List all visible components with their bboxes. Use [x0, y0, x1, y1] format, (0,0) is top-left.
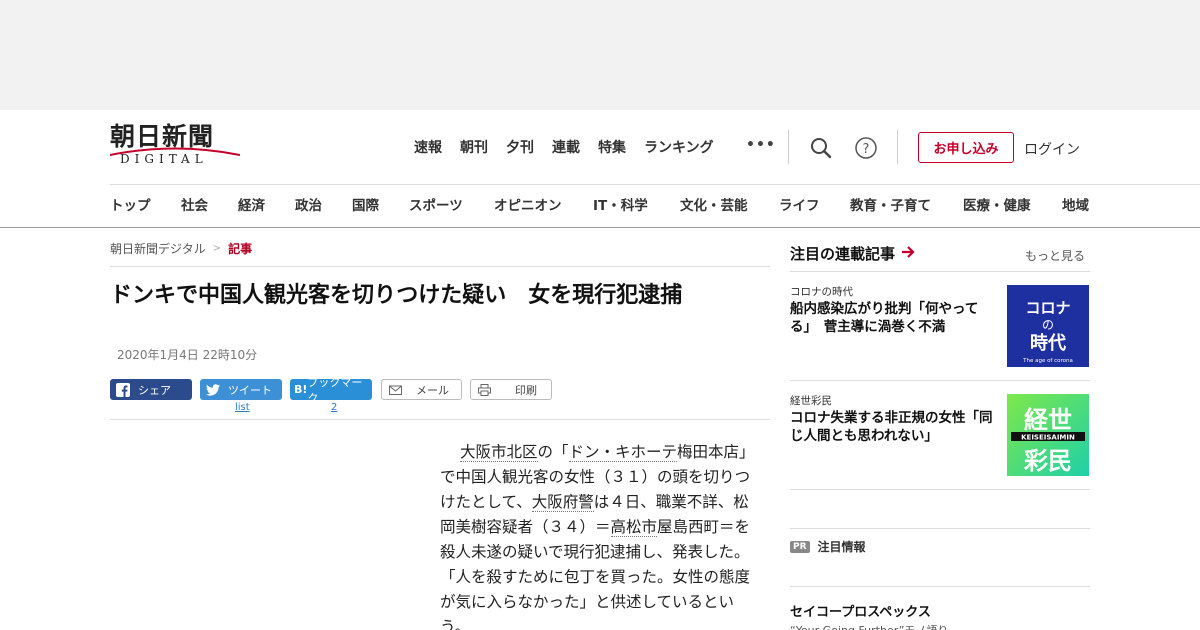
rail-card-title[interactable]: コロナ失業する非正規の女性「同じ人間とも思われない」 [790, 409, 995, 445]
cat-society[interactable]: 社会 [181, 196, 238, 216]
svg-text:The age of corona: The age of corona [1022, 358, 1073, 364]
ad-banner-area [0, 0, 1200, 110]
pr-section-header: PR 注目情報 [790, 538, 866, 555]
mail-share-label: メール [416, 383, 449, 397]
rail-more-link[interactable]: もっと見る [1025, 247, 1085, 264]
rail-title[interactable]: 注目の連載記事 [790, 243, 915, 264]
pr-label: 注目情報 [817, 540, 866, 554]
cat-local[interactable]: 地域 [1062, 196, 1102, 216]
divider [790, 586, 1090, 587]
cat-international[interactable]: 国際 [352, 196, 409, 216]
article-date: 2020年1月4日 22時10分 [117, 348, 258, 362]
sponsor-subtitle[interactable]: “Your Going Further”モノ語り [790, 622, 948, 630]
cat-opinion[interactable]: オピニオン [494, 196, 593, 216]
arrow-right-icon [901, 245, 915, 262]
link-osaka-police[interactable]: 大阪府警 [531, 493, 594, 512]
svg-text:経世: 経世 [1024, 406, 1072, 434]
cat-culture[interactable]: 文化・芸能 [680, 196, 779, 216]
cat-politics[interactable]: 政治 [295, 196, 352, 216]
logo-swoosh-icon [110, 147, 240, 156]
pr-badge: PR [790, 540, 810, 553]
article-body-paragraph: 大阪市北区の「ドン・キホーテ梅田本店」で中国人観光客の女性（３１）の頭を切りつけ… [440, 440, 752, 630]
rail-card-thumbnail[interactable]: 経世 KEISEISAIMIN 彩民 [1007, 394, 1089, 476]
cat-economy[interactable]: 経済 [238, 196, 295, 216]
print-button[interactable]: 印刷 [470, 379, 552, 400]
help-icon[interactable]: ? [853, 135, 879, 161]
svg-text:コロナ: コロナ [1025, 299, 1070, 317]
cat-life[interactable]: ライフ [779, 196, 850, 216]
svg-text:彩民: 彩民 [1023, 447, 1072, 475]
header-divider [788, 130, 789, 164]
hatena-share-label: ブックマーク [307, 375, 363, 405]
cat-sports[interactable]: スポーツ [409, 196, 494, 216]
breadcrumb-root[interactable]: 朝日新聞デジタル [110, 240, 206, 257]
link-don-quijote[interactable]: ドン・キホーテ [568, 443, 678, 462]
twitter-count-link[interactable]: list [235, 402, 250, 413]
divider [790, 528, 1090, 529]
top-nav-morning[interactable]: 朝刊 [460, 138, 488, 158]
svg-text:の: の [1042, 318, 1054, 332]
mail-share-button[interactable]: メール [381, 379, 462, 400]
breadcrumb: 朝日新聞デジタル > 記事 [110, 240, 252, 257]
rail-title-text: 注目の連載記事 [790, 245, 896, 263]
breadcrumb-separator: > [212, 243, 222, 254]
print-icon [477, 383, 491, 397]
top-nav-evening[interactable]: 夕刊 [506, 138, 534, 158]
link-osaka-kita[interactable]: 大阪市北区 [460, 443, 538, 462]
top-nav-features[interactable]: 特集 [598, 138, 626, 158]
twitter-icon [206, 383, 220, 397]
link-takamatsu[interactable]: 高松市 [610, 518, 658, 537]
article-headline: ドンキで中国人観光客を切りつけた疑い 女を現行犯逮捕 [110, 283, 683, 308]
mail-icon [388, 383, 402, 397]
cat-it-science[interactable]: IT・科学 [593, 196, 680, 216]
divider [790, 380, 1090, 381]
rail-card-title[interactable]: 船内感染広がり批判「何やってる」 菅主導に渦巻く不満 [790, 300, 995, 336]
divider [0, 227, 1200, 228]
subscribe-button[interactable]: お申し込み [918, 132, 1014, 163]
rail-card-thumbnail[interactable]: コロナ の 時代 The age of corona [1007, 285, 1089, 367]
svg-text:時代: 時代 [1030, 333, 1066, 354]
facebook-share-button[interactable]: シェア [110, 379, 192, 400]
header-divider [897, 130, 898, 164]
facebook-share-label: シェア [138, 383, 171, 397]
twitter-share-button[interactable]: ツイート [200, 379, 282, 400]
sponsor-name[interactable]: セイコープロスペックス [790, 601, 931, 620]
top-nav-series[interactable]: 連載 [552, 138, 580, 158]
hatena-bookmark-button[interactable]: B! ブックマーク [290, 376, 372, 405]
top-nav: 速報 朝刊 夕刊 連載 特集 ランキング [414, 138, 732, 158]
divider [790, 271, 1090, 272]
search-icon[interactable] [808, 135, 834, 161]
svg-text:?: ? [863, 142, 870, 157]
cat-education[interactable]: 教育・子育て [850, 196, 963, 216]
site-logo[interactable]: 朝日新聞 DIGITAL [110, 122, 245, 170]
divider [110, 184, 1200, 185]
hatena-count-link[interactable]: 2 [331, 402, 337, 413]
twitter-share-label: ツイート [228, 383, 272, 397]
cat-top[interactable]: トップ [110, 196, 181, 216]
hatena-icon: B! [294, 383, 308, 396]
category-nav: トップ 社会 経済 政治 国際 スポーツ オピニオン IT・科学 文化・芸能 ラ… [110, 196, 1102, 216]
top-nav-ranking[interactable]: ランキング [644, 138, 714, 158]
breadcrumb-current: 記事 [228, 242, 253, 256]
body-text-segment: の「 [537, 443, 569, 461]
more-menu-button[interactable]: ••• [746, 137, 776, 153]
top-nav-breaking[interactable]: 速報 [414, 138, 442, 158]
facebook-icon [116, 382, 130, 397]
rail-card-category: 経世彩民 [790, 395, 832, 407]
login-link[interactable]: ログイン [1024, 139, 1080, 159]
divider [790, 489, 1090, 490]
cat-health[interactable]: 医療・健康 [963, 196, 1062, 216]
svg-text:KEISEISAIMIN: KEISEISAIMIN [1021, 434, 1075, 442]
rail-card-category: コロナの時代 [790, 286, 853, 298]
divider [110, 266, 770, 267]
print-label: 印刷 [515, 383, 537, 397]
divider [110, 419, 770, 420]
